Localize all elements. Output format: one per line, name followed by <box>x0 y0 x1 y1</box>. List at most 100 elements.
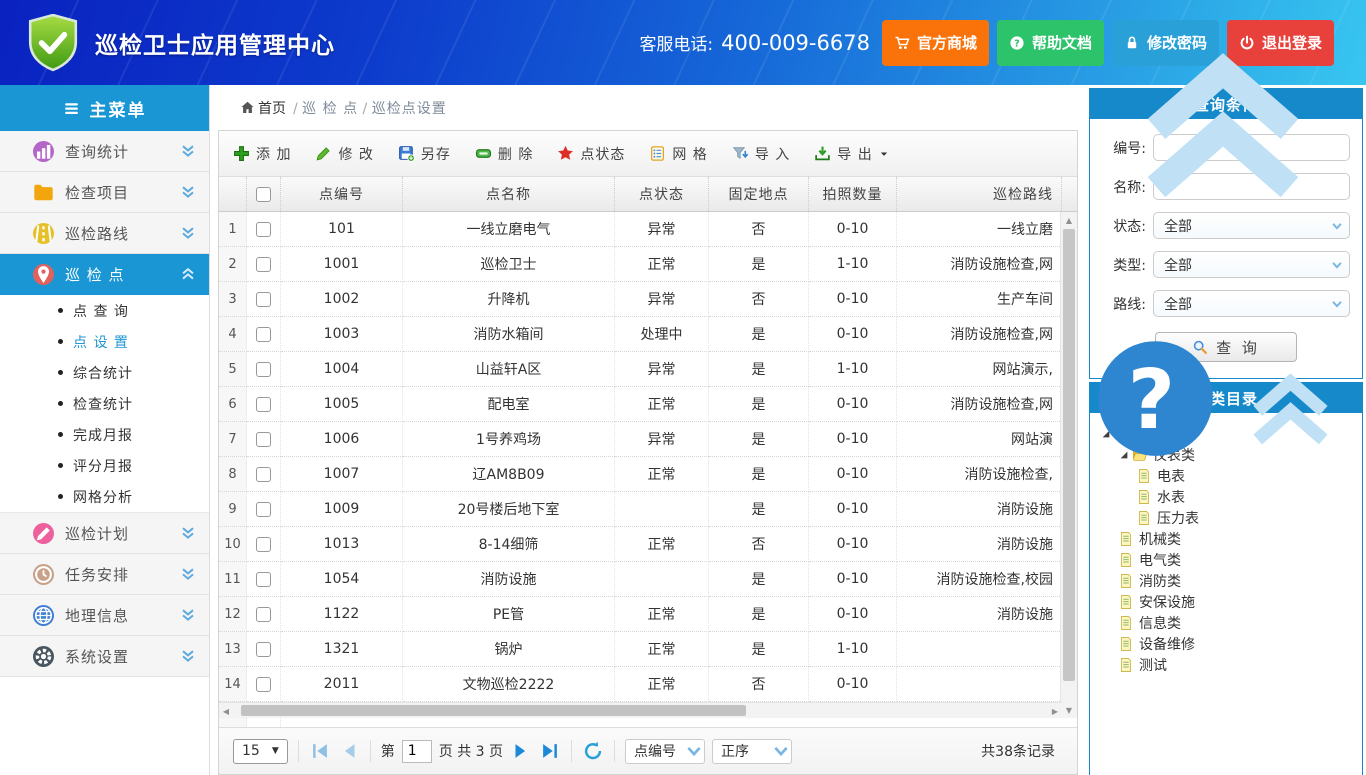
sidebar-subitem-点设置[interactable]: 点 设 置 <box>0 326 209 357</box>
row-checkbox[interactable] <box>256 537 271 552</box>
tree-node-压力表[interactable]: 压力表 <box>1096 507 1356 528</box>
row-checkbox[interactable] <box>256 642 271 657</box>
row-checkbox[interactable] <box>256 222 271 237</box>
table-row[interactable]: 61005配电室正常是0-10消防设施检查,网 <box>219 387 1077 422</box>
tree-node-电气类[interactable]: 电气类 <box>1096 549 1356 570</box>
toolbar-button-导出[interactable]: 导 出 <box>814 144 888 164</box>
breadcrumb-item[interactable]: 巡 检 点 <box>302 101 358 117</box>
breadcrumb-home[interactable]: 首页 <box>240 98 286 118</box>
toolbar-button-网格[interactable]: 网 格 <box>649 144 707 164</box>
table-row[interactable]: 111054消防设施是0-10消防设施检查,校园 <box>219 562 1077 597</box>
row-checkbox[interactable] <box>256 432 271 447</box>
sidebar-subitem-点查询[interactable]: 点 查 询 <box>0 295 209 326</box>
sidebar-subitem-完成月报[interactable]: 完成月报 <box>0 419 209 450</box>
row-checkbox[interactable] <box>256 292 271 307</box>
sidebar-item-地理信息[interactable]: 地理信息 <box>0 595 209 636</box>
grid-header-点名称[interactable]: 点名称 <box>403 177 615 211</box>
sidebar-subitem-综合统计[interactable]: 综合统计 <box>0 357 209 388</box>
table-row[interactable]: 21001巡检卫士正常是1-10消防设施检查,网 <box>219 247 1077 282</box>
row-checkbox[interactable] <box>256 362 271 377</box>
last-page-button[interactable] <box>539 740 561 762</box>
sidebar-item-检查项目[interactable]: 检查项目 <box>0 172 209 213</box>
tree-node-电表[interactable]: 电表 <box>1096 465 1356 486</box>
tree-node-消防类[interactable]: 消防类 <box>1096 570 1356 591</box>
sidebar-item-任务安排[interactable]: 任务安排 <box>0 554 209 595</box>
row-checkbox-cell[interactable] <box>247 282 281 317</box>
row-checkbox-cell[interactable] <box>247 492 281 527</box>
row-checkbox-cell[interactable] <box>247 212 281 247</box>
refresh-icon[interactable] <box>582 740 604 762</box>
row-checkbox-cell[interactable] <box>247 387 281 422</box>
row-checkbox-cell[interactable] <box>247 317 281 352</box>
grid-header-固定地点[interactable]: 固定地点 <box>709 177 809 211</box>
row-checkbox[interactable] <box>256 677 271 692</box>
grid-header-点状态[interactable]: 点状态 <box>615 177 709 211</box>
row-checkbox-cell[interactable] <box>247 667 281 702</box>
row-checkbox[interactable] <box>256 572 271 587</box>
toolbar-button-导入[interactable]: 导 入 <box>732 144 790 164</box>
collapse-chevron-icon[interactable] <box>1225 333 1356 464</box>
scroll-right-arrow[interactable]: ▶ <box>1048 703 1062 719</box>
row-checkbox[interactable] <box>256 327 271 342</box>
toolbar-button-修改[interactable]: 修 改 <box>315 144 373 164</box>
row-checkbox[interactable] <box>256 467 271 482</box>
table-row[interactable]: 142011文物巡检2222正常否0-10 <box>219 667 1077 702</box>
tree-node-设备维修[interactable]: 设备维修 <box>1096 633 1356 654</box>
row-checkbox-cell[interactable] <box>247 247 281 282</box>
sidebar-subitem-检查统计[interactable]: 检查统计 <box>0 388 209 419</box>
query-select-类型[interactable]: 全部 <box>1153 251 1350 278</box>
collapse-chevron-icon[interactable] <box>1090 0 1356 237</box>
sidebar-item-巡检计划[interactable]: 巡检计划 <box>0 513 209 554</box>
table-row[interactable]: 51004山益轩A区异常是1-10网站演示, <box>219 352 1077 387</box>
horizontal-scroll-thumb[interactable] <box>241 705 746 716</box>
grid-header-点编号[interactable]: 点编号 <box>281 177 403 211</box>
row-checkbox[interactable] <box>256 607 271 622</box>
banner-button-官方商城[interactable]: 官方商城 <box>882 20 989 66</box>
row-checkbox-cell[interactable] <box>247 632 281 667</box>
page-size-select[interactable]: 15▼ <box>233 739 288 764</box>
table-row[interactable]: 1010138-14细筛正常否0-10消防设施 <box>219 527 1077 562</box>
help-question-icon[interactable]: ? <box>1090 333 1221 464</box>
table-row[interactable]: 710061号养鸡场异常是0-10网站演 <box>219 422 1077 457</box>
first-page-button[interactable] <box>309 740 331 762</box>
sort-field-select[interactable]: 点编号 <box>625 739 705 764</box>
table-row[interactable]: 131321锅炉正常是1-10 <box>219 632 1077 667</box>
sidebar-item-系统设置[interactable]: 系统设置 <box>0 636 209 677</box>
grid-header-巡检路线[interactable]: 巡检路线 <box>897 177 1062 211</box>
row-checkbox[interactable] <box>256 502 271 517</box>
row-checkbox-cell[interactable] <box>247 352 281 387</box>
sidebar-item-巡检路线[interactable]: 巡检路线 <box>0 213 209 254</box>
sidebar-subitem-网格分析[interactable]: 网格分析 <box>0 481 209 512</box>
grid-header-拍照数量[interactable]: 拍照数量 <box>809 177 897 211</box>
tree-node-机械类[interactable]: 机械类 <box>1096 528 1356 549</box>
sidebar-subitem-评分月报[interactable]: 评分月报 <box>0 450 209 481</box>
table-row[interactable]: 121122PE管正常是0-10消防设施 <box>219 597 1077 632</box>
tree-node-信息类[interactable]: 信息类 <box>1096 612 1356 633</box>
horizontal-scrollbar[interactable]: ◀▶ <box>219 702 1062 718</box>
page-number-input[interactable] <box>402 740 432 763</box>
select-all-checkbox[interactable] <box>256 187 271 202</box>
table-row[interactable]: 31002升降机异常否0-10生产车间 <box>219 282 1077 317</box>
row-checkbox[interactable] <box>256 257 271 272</box>
vertical-scroll-thumb[interactable] <box>1063 229 1075 681</box>
next-page-button[interactable] <box>510 740 532 762</box>
table-row[interactable]: 81007辽AM8B09正常是0-10消防设施检查, <box>219 457 1077 492</box>
query-select-路线[interactable]: 全部 <box>1153 290 1350 317</box>
scroll-up-arrow[interactable]: ▲ <box>1061 212 1077 228</box>
row-checkbox-cell[interactable] <box>247 597 281 632</box>
row-checkbox-cell[interactable] <box>247 457 281 492</box>
toolbar-button-另存[interactable]: 另存 <box>398 144 451 164</box>
sidebar-item-查询统计[interactable]: 查询统计 <box>0 131 209 172</box>
breadcrumb-item[interactable]: 巡检点设置 <box>372 101 447 117</box>
row-checkbox-cell[interactable] <box>247 562 281 597</box>
toolbar-button-点状态[interactable]: 点状态 <box>557 144 625 164</box>
sidebar-item-巡检点[interactable]: 巡 检 点 <box>0 254 209 295</box>
toolbar-button-添加[interactable]: 添 加 <box>233 144 291 164</box>
scroll-down-arrow[interactable]: ▼ <box>1061 702 1077 718</box>
prev-page-button[interactable] <box>338 740 360 762</box>
toolbar-button-删除[interactable]: 删 除 <box>475 144 533 164</box>
row-checkbox[interactable] <box>256 397 271 412</box>
banner-button-帮助文档[interactable]: ?帮助文档 <box>997 20 1104 66</box>
scroll-left-arrow[interactable]: ◀ <box>219 703 233 719</box>
vertical-scrollbar[interactable]: ▲▼ <box>1060 212 1077 718</box>
